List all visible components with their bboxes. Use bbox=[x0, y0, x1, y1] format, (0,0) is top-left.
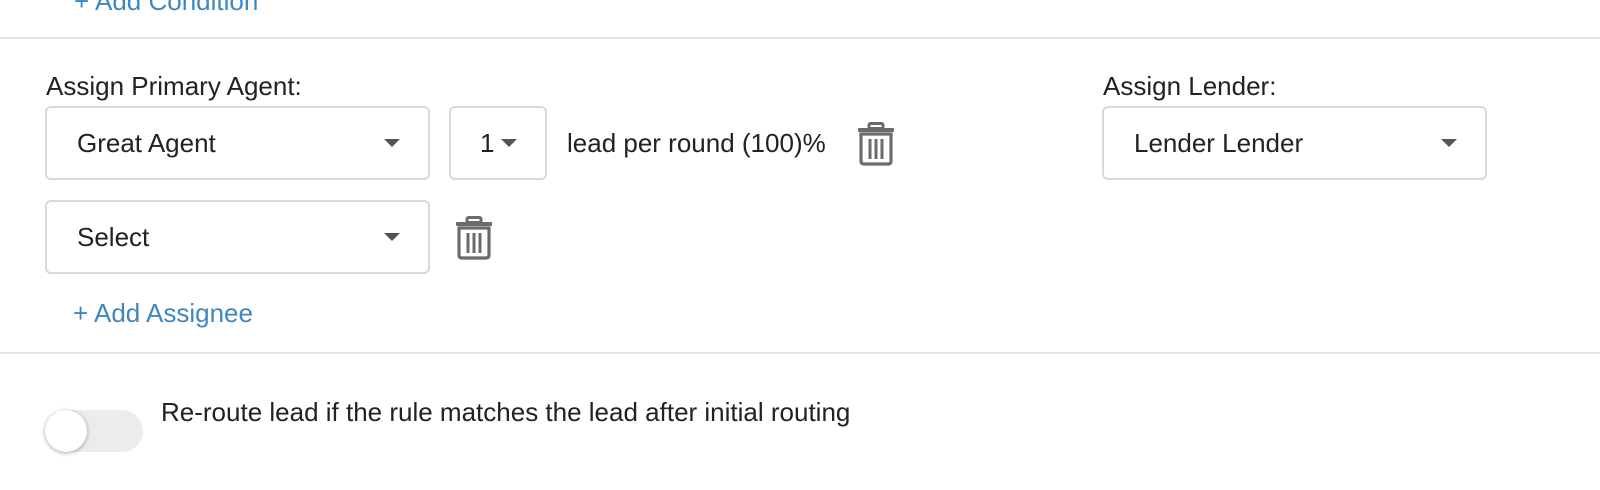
lender-select[interactable]: Lender Lender bbox=[1102, 106, 1487, 180]
lead-count-value: 1 bbox=[480, 127, 495, 158]
reroute-toggle[interactable] bbox=[45, 410, 143, 452]
add-assignee-link[interactable]: + Add Assignee bbox=[73, 298, 253, 329]
lead-count-select[interactable]: 1 bbox=[449, 106, 547, 180]
secondary-agent-select-value: Select bbox=[77, 221, 150, 252]
reroute-label: Re-route lead if the rule matches the le… bbox=[161, 397, 851, 427]
caret-down-icon bbox=[501, 139, 517, 147]
add-condition-link[interactable]: + Add Condition bbox=[74, 0, 258, 17]
primary-agent-select-value: Great Agent bbox=[77, 127, 216, 158]
assign-lender-label: Assign Lender: bbox=[1103, 71, 1277, 101]
trash-icon[interactable] bbox=[856, 122, 896, 166]
section-divider-top bbox=[0, 37, 1600, 39]
secondary-agent-select[interactable]: Select bbox=[45, 200, 430, 274]
caret-down-icon bbox=[1441, 139, 1457, 147]
primary-agent-select[interactable]: Great Agent bbox=[45, 106, 430, 180]
lead-ratio-text: lead per round (100)% bbox=[567, 128, 826, 158]
trash-icon[interactable] bbox=[454, 216, 494, 260]
caret-down-icon bbox=[384, 233, 400, 241]
toggle-knob bbox=[45, 410, 87, 452]
lender-select-value: Lender Lender bbox=[1134, 127, 1304, 158]
assign-primary-agent-label: Assign Primary Agent: bbox=[46, 71, 302, 101]
section-divider-bottom bbox=[0, 352, 1600, 354]
caret-down-icon bbox=[384, 139, 400, 147]
